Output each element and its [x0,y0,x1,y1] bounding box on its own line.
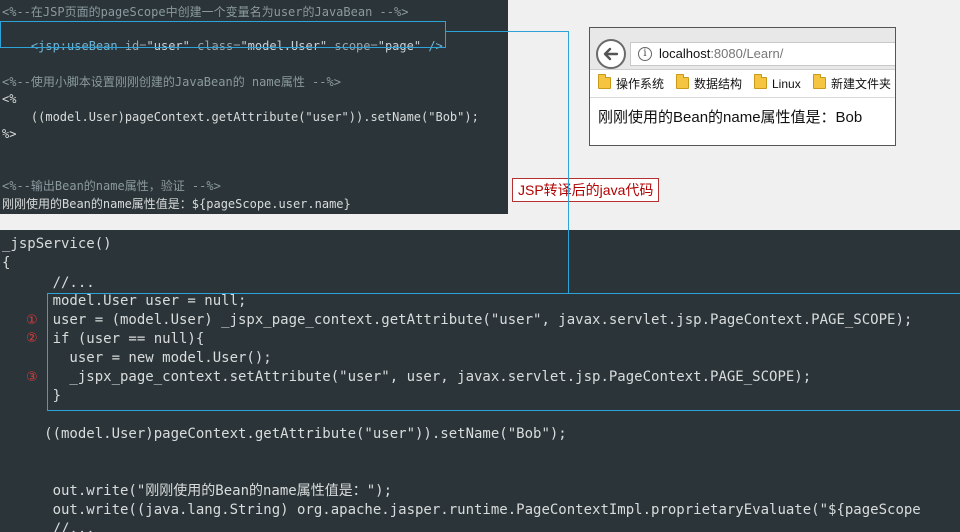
bookmark-new-folder[interactable]: 新建文件夹 [813,74,891,92]
jsp-usebean-close: /> [421,39,443,53]
jsp-scriptlet-close: %> [2,127,17,141]
bookmark-linux[interactable]: Linux [754,74,801,92]
marker-3: ③ [26,370,38,385]
jsp-output-line: 刚刚使用的Bean的name属性值是：${pageScope.user.name… [2,197,351,211]
java-open-brace: { [2,255,11,271]
java-set-attribute: _jspx_page_context.setAttribute("user", … [2,369,812,385]
browser-address-bar: i localhost:8080/Learn/ [590,28,895,70]
jsp-scope-attr: scope= [327,39,378,53]
java-declare-user: model.User user = null; [2,293,247,309]
jsp-comment-output: <%--输出Bean的name属性，验证 --%> [2,179,221,193]
folder-icon [754,74,767,89]
url-field[interactable]: i localhost:8080/Learn/ [630,42,895,66]
marker-2: ② [26,331,38,346]
jsp-source-panel: <%--在JSP页面的pageScope中创建一个变量名为user的JavaBe… [0,0,508,214]
folder-icon [598,74,611,89]
folder-icon [813,74,826,89]
back-button[interactable] [596,39,626,69]
page-content: 刚刚使用的Bean的name属性值是：Bob [598,109,863,126]
java-close-if: } [2,388,62,404]
folder-icon [676,74,689,89]
java-out-write-label: out.write("刚刚使用的Bean的name属性值是："); [2,483,393,499]
java-get-attribute: user = (model.User) _jspx_page_context.g… [2,312,913,328]
browser-window: i localhost:8080/Learn/ 操作系统 数据结构 Linux … [589,27,896,146]
jsp-comment-setname: <%--使用小脚本设置刚刚创建的JavaBean的 name属性 --%> [2,75,341,89]
info-icon[interactable]: i [638,47,652,61]
jsp-usebean-tag: <jsp:useBean [30,39,125,53]
java-comment-bottom: //... [2,521,95,532]
java-code-panel: _jspService() { //... model.User user = … [0,230,960,532]
arrow-left-icon [603,47,619,61]
url-host: localhost [659,46,711,61]
java-new-user: user = new model.User(); [2,350,272,366]
java-out-write-eval: out.write((java.lang.String) org.apache.… [2,502,921,518]
java-method-signature: _jspService() [2,236,112,252]
java-setname-call: ((model.User)pageContext.getAttribute("u… [2,426,567,442]
guide-line-v [568,31,569,293]
jsp-scope-value: "page" [377,39,422,53]
marker-1: ① [26,313,38,328]
java-comment-top: //... [2,275,95,291]
guide-line-h [446,31,569,32]
url-path: :8080/Learn/ [710,46,784,61]
jsp-comment-create: <%--在JSP页面的pageScope中创建一个变量名为user的JavaBe… [2,5,409,19]
jsp-class-attr: class= [189,39,241,53]
bookmarks-bar: 操作系统 数据结构 Linux 新建文件夹 [590,70,895,98]
jsp-scriptlet-open: <% [2,92,17,106]
jsp-class-value: "model.User" [240,39,328,53]
java-code-label: JSP转译后的java代码 [512,178,660,202]
jsp-id-attr: id= [124,39,147,53]
bookmark-os[interactable]: 操作系统 [598,74,664,92]
jsp-usebean-line: <jsp:useBean id="user" class="model.User… [2,22,443,70]
jsp-id-value: "user" [146,39,190,53]
jsp-setname-call: ((model.User)pageContext.getAttribute("u… [2,110,479,124]
bookmark-data-structures[interactable]: 数据结构 [676,74,742,92]
